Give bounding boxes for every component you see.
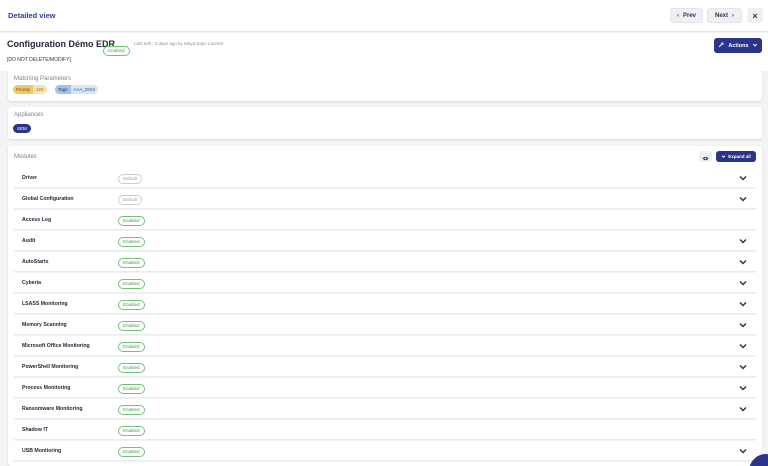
appliances-title: Appliances bbox=[14, 112, 44, 118]
chevron-down-icon[interactable] bbox=[738, 404, 748, 414]
appliance-chip: SEM bbox=[13, 124, 31, 133]
module-status-badge: Enabled bbox=[118, 426, 145, 436]
next-label: Next bbox=[714, 12, 728, 19]
modules-card: Modules Expand all Driver Default Global… bbox=[8, 146, 762, 466]
module-status-badge: Enabled bbox=[118, 384, 145, 394]
chevron-down-icon[interactable] bbox=[738, 446, 748, 456]
tags-chip: Tags AAA_DEM bbox=[55, 85, 99, 94]
module-row-usb-monitoring[interactable]: USB Monitoring Enabled bbox=[14, 441, 756, 461]
appliances-card: Appliances SEM bbox=[8, 107, 762, 139]
chevron-down-icon bbox=[721, 154, 726, 160]
priority-key: Priority bbox=[13, 85, 34, 94]
module-row-memory-scanning[interactable]: Memory Scanning Enabled bbox=[14, 315, 756, 335]
module-status-badge: Enabled bbox=[118, 363, 145, 373]
config-header: Configuration Démo EDR Enabled Last edit… bbox=[0, 33, 768, 71]
module-row-ransomware-monitoring[interactable]: Ransomware Monitoring Enabled bbox=[14, 399, 756, 419]
config-name: Configuration Démo EDR bbox=[7, 39, 115, 49]
module-status-badge: Enabled bbox=[118, 216, 145, 226]
chevron-down-icon[interactable] bbox=[738, 320, 748, 330]
module-status-badge: Enabled bbox=[118, 279, 145, 289]
module-status-badge: Enabled bbox=[118, 342, 145, 352]
module-row-access-log[interactable]: Access Log Enabled bbox=[14, 210, 756, 230]
module-row-shadow-it[interactable]: Shadow IT Enabled bbox=[14, 420, 756, 440]
module-status-badge: Default bbox=[118, 195, 143, 205]
priority-chip: Priority 120 bbox=[13, 85, 47, 94]
module-row-lsass-monitoring[interactable]: LSASS Monitoring Enabled bbox=[14, 294, 756, 314]
module-name: Process Monitoring bbox=[22, 385, 71, 391]
eye-icon bbox=[702, 148, 709, 166]
chevron-down-icon bbox=[752, 42, 758, 50]
priority-value: 120 bbox=[36, 87, 44, 92]
config-status-label: Enabled bbox=[103, 46, 130, 56]
top-bar: Detailed view ‹ Prev Next › × bbox=[0, 0, 768, 32]
config-description: [DO NOT DELETE/MODIFY] bbox=[7, 57, 71, 63]
last-edit-meta: Last edit : 3 days ago by Maya Sapo Laur… bbox=[134, 41, 224, 46]
module-name: Shadow IT bbox=[22, 427, 48, 433]
module-name: Audit bbox=[22, 238, 36, 244]
chevron-down-icon[interactable] bbox=[738, 299, 748, 309]
module-row-autostarts[interactable]: AutoStarts Enabled bbox=[14, 252, 756, 272]
tags-value: AAA_DEM bbox=[73, 87, 96, 92]
modules-title: Modules bbox=[14, 154, 37, 160]
module-status-badge: Default bbox=[118, 174, 143, 184]
chevron-down-icon[interactable] bbox=[738, 278, 748, 288]
module-status-badge: Enabled bbox=[118, 321, 145, 331]
expand-all-button[interactable]: Expand all bbox=[716, 151, 756, 162]
prev-button[interactable]: ‹ Prev bbox=[670, 8, 703, 23]
chevron-down-icon[interactable] bbox=[738, 257, 748, 267]
module-row-cyberia[interactable]: Cyberia Enabled bbox=[14, 273, 756, 293]
module-status-badge: Enabled bbox=[118, 300, 145, 310]
chevron-down-icon[interactable] bbox=[738, 236, 748, 246]
module-name: Memory Scanning bbox=[22, 322, 67, 328]
module-name: Cyberia bbox=[22, 280, 42, 286]
wrench-icon bbox=[718, 41, 725, 50]
module-status-badge: Enabled bbox=[118, 258, 145, 268]
module-row-driver[interactable]: Driver Default bbox=[14, 168, 756, 188]
chevron-down-icon[interactable] bbox=[738, 341, 748, 351]
module-status-badge: Enabled bbox=[118, 447, 145, 457]
matching-parameters-title: Matching Parameters bbox=[14, 76, 72, 82]
tags-key: Tags bbox=[55, 85, 71, 94]
close-button[interactable]: × bbox=[747, 8, 763, 23]
module-name: USB Monitoring bbox=[22, 448, 62, 454]
module-row-global-configuration[interactable]: Global Configuration Default bbox=[14, 189, 756, 209]
chevron-down-icon[interactable] bbox=[738, 383, 748, 393]
module-row-audit[interactable]: Audit Enabled bbox=[14, 231, 756, 251]
expand-all-label: Expand all bbox=[728, 154, 751, 159]
module-status-badge: Enabled bbox=[118, 237, 145, 247]
module-name: AutoStarts bbox=[22, 259, 49, 265]
chevron-down-icon[interactable] bbox=[738, 362, 748, 372]
next-button[interactable]: Next › bbox=[707, 8, 742, 23]
module-name: Driver bbox=[22, 175, 37, 181]
config-status-badge: Enabled bbox=[103, 39, 130, 57]
matching-parameters-card: Matching Parameters Priority 120 Tags AA… bbox=[8, 71, 762, 101]
actions-label: Actions bbox=[728, 42, 749, 49]
page-title: Detailed view bbox=[8, 11, 56, 20]
toggle-visibility-button[interactable] bbox=[699, 151, 712, 162]
appliance-label: SEM bbox=[17, 126, 27, 131]
module-name: Global Configuration bbox=[22, 196, 74, 202]
actions-button[interactable]: Actions bbox=[714, 38, 762, 53]
chevron-left-icon: ‹ bbox=[676, 12, 679, 19]
prev-label: Prev bbox=[682, 12, 696, 19]
close-icon: × bbox=[752, 10, 758, 21]
module-name: Microsoft Office Monitoring bbox=[22, 343, 90, 349]
chevron-down-icon[interactable] bbox=[738, 173, 748, 183]
chevron-down-icon[interactable] bbox=[738, 194, 748, 204]
module-name: PowerShell Monitoring bbox=[22, 364, 79, 370]
module-name: Ransomware Monitoring bbox=[22, 406, 83, 412]
module-row-microsoft-office-monitoring[interactable]: Microsoft Office Monitoring Enabled bbox=[14, 336, 756, 356]
module-row-powershell-monitoring[interactable]: PowerShell Monitoring Enabled bbox=[14, 357, 756, 377]
chevron-right-icon: › bbox=[732, 12, 734, 19]
module-status-badge: Enabled bbox=[118, 405, 145, 415]
module-name: Access Log bbox=[22, 217, 52, 223]
module-row-process-monitoring[interactable]: Process Monitoring Enabled bbox=[14, 378, 756, 398]
module-name: LSASS Monitoring bbox=[22, 301, 68, 307]
